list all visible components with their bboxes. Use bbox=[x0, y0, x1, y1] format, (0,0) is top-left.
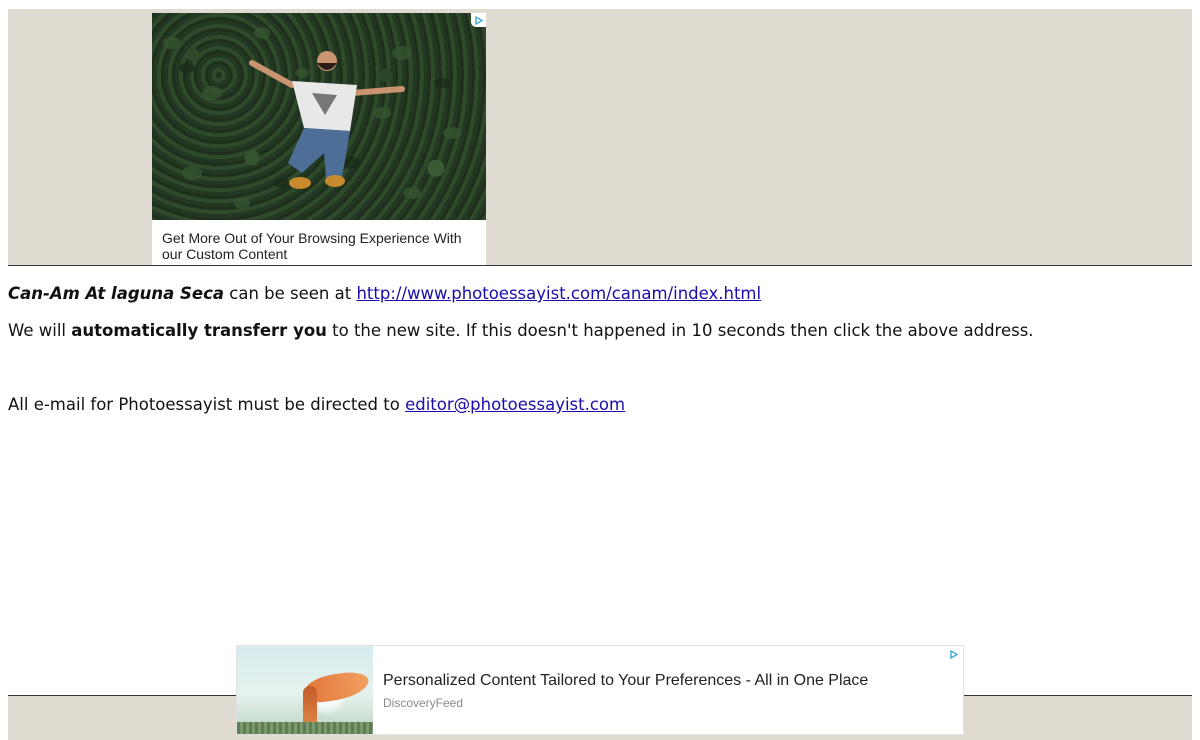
bottom-ad-source[interactable]: DiscoveryFeed bbox=[383, 696, 463, 710]
email-text: All e-mail for Photoessayist must be dir… bbox=[8, 395, 406, 414]
transfer-text-after: to the new site. If this doesn't happene… bbox=[326, 321, 1034, 340]
transfer-notice: We will automatically transferr you to t… bbox=[8, 320, 1034, 342]
email-line: All e-mail for Photoessayist must be dir… bbox=[8, 394, 625, 416]
bottom-ad-title[interactable]: Personalized Content Tailored to Your Pr… bbox=[383, 672, 868, 690]
adchoices-icon[interactable] bbox=[471, 13, 486, 27]
top-ad[interactable]: Get More Out of Your Browsing Experience… bbox=[152, 13, 486, 265]
top-ad-band: Get More Out of Your Browsing Experience… bbox=[8, 9, 1192, 266]
bottom-ad-image[interactable] bbox=[237, 646, 373, 734]
bottom-ad[interactable]: Personalized Content Tailored to Your Pr… bbox=[236, 645, 964, 735]
grass-strip bbox=[237, 722, 373, 734]
transfer-emphasis: automatically transferr you bbox=[71, 321, 327, 340]
editor-email-link[interactable]: editor@photoessayist.com bbox=[405, 395, 625, 414]
adchoices-icon[interactable] bbox=[946, 647, 961, 661]
top-ad-caption[interactable]: Get More Out of Your Browsing Experience… bbox=[162, 230, 480, 262]
new-site-link[interactable]: http://www.photoessayist.com/canam/index… bbox=[356, 284, 761, 303]
jumping-man-illustration bbox=[163, 27, 461, 209]
top-ad-image[interactable] bbox=[152, 13, 486, 220]
redirect-line: Can-Am At laguna Seca can be seen at htt… bbox=[8, 283, 761, 305]
redirect-text: can be seen at bbox=[224, 284, 357, 303]
page: Get More Out of Your Browsing Experience… bbox=[0, 0, 1200, 740]
site-title: Can-Am At laguna Seca bbox=[8, 284, 225, 303]
transfer-text-before: We will bbox=[8, 321, 72, 340]
